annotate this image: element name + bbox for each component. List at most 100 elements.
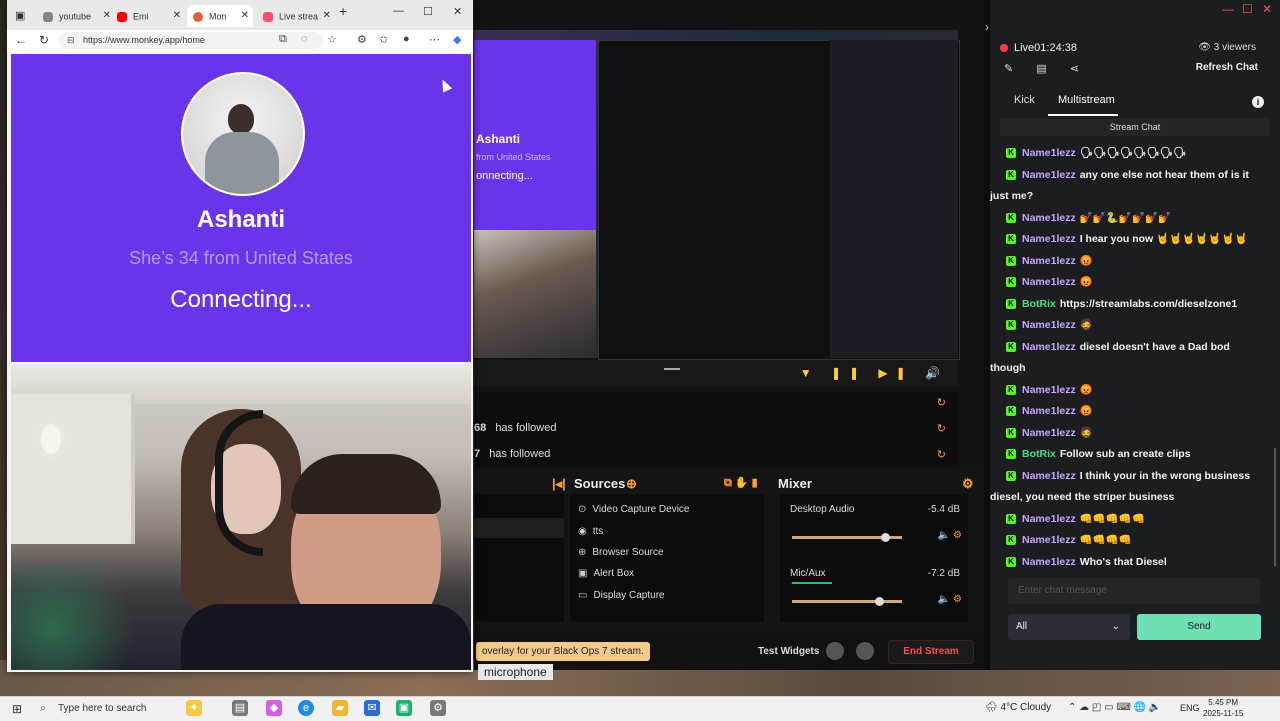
replay-icon[interactable]: ↻ — [937, 448, 946, 461]
chat-username[interactable]: Name1lezz — [1022, 147, 1076, 159]
obs-preview[interactable]: Ashanti from United States onnecting... — [474, 30, 960, 360]
sources-collapse-icon[interactable]: |◂| — [552, 476, 566, 492]
send-button[interactable]: Send — [1137, 614, 1261, 640]
maximize-icon[interactable]: ☐ — [423, 5, 433, 18]
chevron-right-icon[interactable]: › — [985, 20, 989, 34]
close-icon[interactable]: ✕ — [323, 5, 331, 27]
close-icon[interactable]: ✕ — [241, 5, 249, 27]
tab-kick[interactable]: Kick — [1014, 94, 1035, 106]
extension-icon[interactable]: ⚙ — [357, 33, 367, 46]
chat-username[interactable]: Name1lezz — [1022, 470, 1076, 482]
task-view-icon[interactable]: ▤ — [232, 700, 248, 716]
chat-username[interactable]: Name1lezz — [1022, 513, 1076, 525]
chat-username[interactable]: Name1lezz — [1022, 233, 1076, 245]
mail-icon[interactable]: ✉ — [364, 700, 380, 716]
chat-username[interactable]: BotRix — [1022, 448, 1056, 460]
tab-live-stream[interactable]: Live strea ✕ — [259, 5, 335, 27]
chat-message-input[interactable]: Enter chat message — [1008, 578, 1260, 604]
chat-scrollbar[interactable] — [1274, 448, 1276, 566]
replay-icon[interactable]: ↻ — [937, 396, 946, 409]
schedule-icon[interactable] — [856, 642, 874, 660]
chat-username[interactable]: Name1lezz — [1022, 427, 1076, 439]
streamlabs-icon[interactable]: ▣ — [396, 700, 412, 716]
mixer-settings-icon[interactable]: ⚙ — [962, 476, 974, 492]
site-info-icon[interactable]: ⊟ — [67, 32, 75, 49]
kick-badge-icon: K — [1006, 384, 1016, 395]
chat-username[interactable]: BotRix — [1022, 298, 1056, 310]
tab-youtube[interactable]: youtube ✕ — [35, 5, 115, 27]
back-icon[interactable]: ← — [15, 33, 27, 47]
file-explorer-icon[interactable]: ▰ — [332, 700, 348, 716]
cast-icon[interactable]: ⧉ — [279, 33, 287, 46]
chat-username[interactable]: Name1lezz — [1022, 384, 1076, 396]
close-window-icon[interactable]: ✕ — [1262, 2, 1272, 16]
close-icon[interactable]: ✕ — [103, 5, 111, 27]
selected-scene[interactable] — [474, 518, 564, 538]
share-icon[interactable]: ⋖ — [1070, 63, 1079, 75]
mute-settings-icon[interactable]: 🔈 ⚙ — [938, 530, 962, 541]
mute-settings-icon[interactable]: 🔈 ⚙ — [938, 594, 962, 605]
tab-monkey[interactable]: Mon ✕ — [187, 5, 253, 27]
favorites-icon[interactable]: ✩ — [379, 33, 388, 46]
promo-banner[interactable]: overlay for your Black Ops 7 stream. — [476, 642, 650, 661]
maximize-icon[interactable]: ☐ — [1242, 2, 1253, 16]
chat-username[interactable]: Name1lezz — [1022, 319, 1076, 331]
chat-username[interactable]: Name1lezz — [1022, 341, 1076, 353]
clock[interactable]: 5:45 PM 2025-11-15 — [1203, 697, 1243, 719]
replay-icon[interactable]: ↻ — [937, 422, 946, 435]
tab-emi[interactable]: Emi ✕ — [113, 5, 185, 27]
obs-event-controls[interactable]: ▼ ❚❚ ▶❚ 🔊 — [800, 366, 948, 380]
minimize-icon[interactable]: — — [393, 5, 404, 17]
source-item[interactable]: ▣ Alert Box — [578, 568, 634, 579]
source-item[interactable]: ⊕ Browser Source — [578, 547, 664, 558]
desktop-audio-slider[interactable] — [792, 533, 902, 542]
minimize-icon[interactable]: — — [1222, 2, 1234, 16]
chat-username[interactable]: Name1lezz — [1022, 255, 1076, 267]
edit-icon[interactable]: ✎ — [1004, 63, 1013, 75]
add-source-icon[interactable]: ⊕ — [626, 476, 637, 492]
source-item[interactable]: ▭ Display Capture — [578, 590, 665, 601]
settings-icon[interactable]: ⚙ — [430, 700, 446, 716]
rec-icon[interactable] — [826, 642, 844, 660]
chat-platform-select[interactable]: All ⌄ — [1008, 614, 1130, 640]
chat-username[interactable]: Name1lezz — [1022, 212, 1076, 224]
close-icon[interactable]: ✕ — [173, 5, 181, 27]
chat-message: K Name1lezz 🗣🗣🗣🗣🗣🗣🗣🗣 — [1006, 143, 1270, 165]
chat-username[interactable]: Name1lezz — [1022, 405, 1076, 417]
slider-thumb[interactable] — [875, 597, 884, 606]
favorite-star-icon[interactable]: ☆ — [327, 33, 337, 46]
chat-username[interactable]: Name1lezz — [1022, 276, 1076, 288]
copilot-app-icon[interactable]: ◆ — [266, 700, 282, 716]
start-icon[interactable]: ⊞ — [12, 702, 22, 716]
obs-splitter[interactable]: ▼ ❚❚ ▶❚ 🔊 — [474, 360, 958, 386]
chat-username[interactable]: Name1lezz — [1022, 169, 1076, 181]
system-tray[interactable]: ⌃ ☁ ◰ ▭ ⌨ 🌐 🔈 — [1068, 702, 1161, 713]
tab-multistream[interactable]: Multistream — [1058, 94, 1115, 106]
chat-username[interactable]: Name1lezz — [1022, 534, 1076, 546]
copilot-icon[interactable]: ◆ — [453, 33, 461, 46]
refresh-chat-button[interactable]: Refresh Chat — [1196, 62, 1258, 73]
source-label: tts — [592, 526, 604, 537]
copilot-taskbar-icon[interactable]: ✦ — [186, 700, 202, 716]
reader-icon[interactable]: ◌ — [301, 33, 308, 45]
clipboard-icon[interactable]: ▤ — [1036, 63, 1046, 75]
reload-icon[interactable]: ↻ — [39, 33, 49, 47]
mic-aux-slider[interactable] — [792, 597, 902, 606]
source-tools-icon[interactable]: ⧉ ✋ ▮ — [724, 476, 758, 490]
edge-icon[interactable]: e — [298, 700, 314, 716]
close-window-icon[interactable]: ✕ — [453, 5, 462, 18]
language-indicator[interactable]: ENG — [1180, 703, 1200, 713]
chat-username[interactable]: Name1lezz — [1022, 556, 1076, 568]
end-stream-button[interactable]: End Stream — [888, 640, 974, 664]
slider-thumb[interactable] — [880, 533, 890, 542]
test-widgets-label[interactable]: Test Widgets — [758, 646, 819, 657]
info-icon[interactable]: i — [1252, 96, 1264, 108]
source-item[interactable]: ⊙ Video Capture Device — [578, 504, 690, 515]
new-tab-icon[interactable]: + — [339, 3, 347, 19]
splitter-grip-icon[interactable] — [664, 368, 680, 370]
weather-widget[interactable]: 🌧 4°C Cloudy — [985, 702, 1051, 713]
more-icon[interactable]: ⋯ — [429, 33, 440, 46]
source-item[interactable]: ◉ tts — [578, 526, 603, 537]
sidebar-toggle-icon[interactable]: ▣ — [15, 5, 25, 27]
profile-avatar-icon[interactable]: ● — [403, 33, 410, 45]
